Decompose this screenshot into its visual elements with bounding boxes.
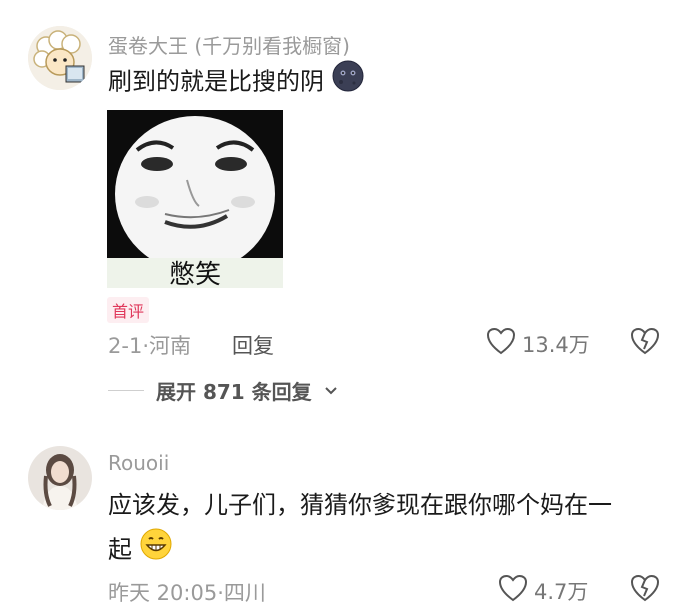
reply-button-1[interactable]: 回复 — [232, 330, 274, 360]
comment-text-2-line2-body: 起 — [108, 535, 132, 564]
avatar-1[interactable] — [28, 26, 92, 90]
first-comment-badge: 首评 — [107, 297, 150, 323]
expand-replies-label: 展开 871 条回复 — [156, 380, 312, 404]
like-button-2[interactable]: 4.7万 — [498, 574, 588, 607]
like-count-1: 13.4万 — [522, 332, 590, 357]
comment-1-date: 2-1 — [108, 334, 143, 358]
comment-1-location: 河南 — [149, 334, 191, 358]
dislike-button-2[interactable] — [630, 574, 660, 606]
comment-2-meta: 昨天 20:05·四川 — [108, 581, 266, 605]
expand-replies[interactable]: 展开 871 条回复 — [108, 376, 338, 405]
broken-heart-icon — [630, 327, 660, 355]
broken-heart-icon — [630, 574, 660, 602]
heart-icon — [486, 327, 516, 360]
comment-2-location: 四川 — [223, 581, 266, 605]
comment-text-1-body: 刷到的就是比搜的阴 — [108, 67, 324, 96]
heart-icon — [498, 574, 528, 607]
dark-moon-emoji-icon — [332, 60, 364, 105]
comment-text-2-line1: 应该发，儿子们，猜猜你爹现在跟你哪个妈在一 — [108, 491, 612, 519]
expand-divider — [108, 390, 144, 391]
meme-image[interactable]: 憋笑 — [107, 110, 283, 288]
avatar-2[interactable] — [28, 446, 92, 510]
username-2[interactable]: Rouoii — [108, 451, 169, 475]
like-count-2: 4.7万 — [534, 579, 589, 604]
sheep-avatar-icon — [28, 26, 92, 90]
comment-1-meta: 2-1·河南 — [108, 334, 191, 358]
comment-2-date: 昨天 20:05 — [108, 581, 218, 605]
comment-text-1: 刷到的就是比搜的阴 — [108, 60, 364, 105]
dislike-button-1[interactable] — [630, 327, 660, 359]
chevron-down-icon — [324, 381, 338, 400]
comment-text-2-line2: 起 — [108, 528, 172, 573]
grin-emoji-icon — [140, 528, 172, 573]
username-1[interactable]: 蛋卷大王 (千万别看我橱窗) — [108, 30, 350, 59]
like-button-1[interactable]: 13.4万 — [486, 327, 590, 360]
girl-photo-avatar-icon — [28, 446, 92, 510]
meme-caption: 憋笑 — [107, 258, 283, 288]
